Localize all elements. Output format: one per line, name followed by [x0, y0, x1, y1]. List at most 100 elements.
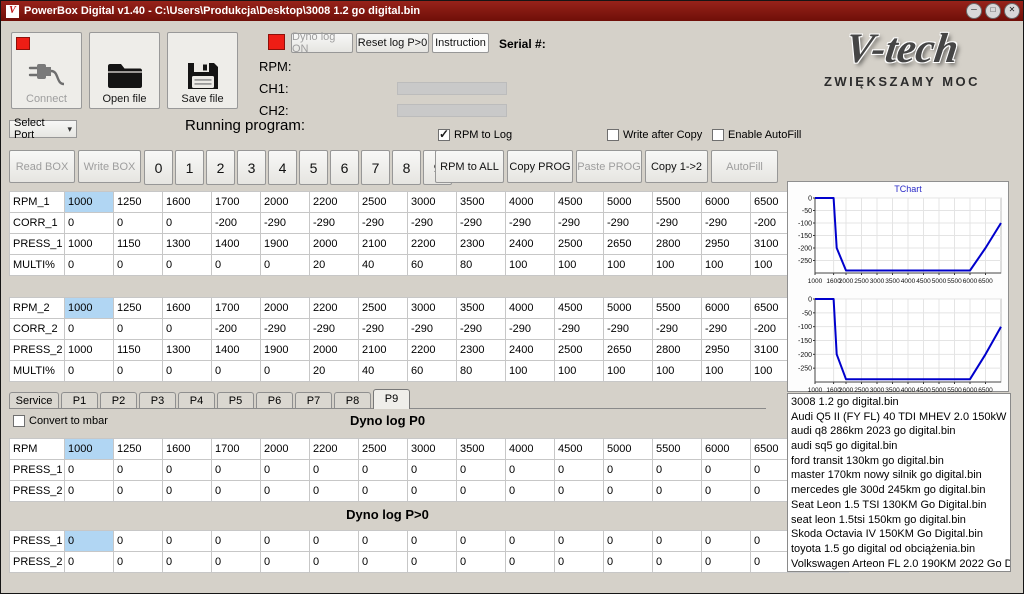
grid-cell-RPM-3[interactable]: 1700: [212, 439, 261, 460]
autofill-button[interactable]: AutoFill: [711, 150, 778, 183]
grid-cell-PRESS_1-11[interactable]: 2650: [604, 234, 653, 255]
grid-cell-PRESS_2-9[interactable]: 2400: [506, 340, 555, 361]
file-list-item[interactable]: Volkswagen Arteon FL 2.0 190KM 2022 Go D…: [791, 557, 1010, 572]
grid-cell-CORR_1-13[interactable]: -290: [702, 213, 751, 234]
tab-p2[interactable]: P2: [100, 392, 137, 408]
grid-cell-CORR_2-6[interactable]: -290: [359, 319, 408, 340]
grid-cell-RPM-9[interactable]: 4000: [506, 439, 555, 460]
tab-p6[interactable]: P6: [256, 392, 293, 408]
tab-service[interactable]: Service: [9, 392, 59, 408]
grid-cell-PRESS_2-9[interactable]: 0: [506, 552, 555, 573]
grid-cell-CORR_1-12[interactable]: -290: [653, 213, 702, 234]
grid-cell-MULTI%-0[interactable]: 0: [65, 361, 114, 382]
grid-cell-CORR_2-7[interactable]: -290: [408, 319, 457, 340]
grid-cell-CORR_2-12[interactable]: -290: [653, 319, 702, 340]
save-file-button[interactable]: Save file: [167, 32, 238, 109]
grid-cell-MULTI%-5[interactable]: 20: [310, 361, 359, 382]
digit-button-0[interactable]: 0: [144, 150, 173, 185]
grid-cell-RPM_1-10[interactable]: 4500: [555, 192, 604, 213]
grid-cell-PRESS_1-8[interactable]: 2300: [457, 234, 506, 255]
tab-p5[interactable]: P5: [217, 392, 254, 408]
grid-cell-RPM-10[interactable]: 4500: [555, 439, 604, 460]
grid-cell-PRESS_2-7[interactable]: 0: [408, 552, 457, 573]
write-box-button[interactable]: Write BOX: [78, 150, 141, 183]
grid-cell-MULTI%-10[interactable]: 100: [555, 255, 604, 276]
grid-cell-PRESS_1-3[interactable]: 1400: [212, 234, 261, 255]
grid-cell-PRESS_2-1[interactable]: 0: [114, 481, 163, 502]
grid-cell-RPM_1-13[interactable]: 6000: [702, 192, 751, 213]
grid-cell-PRESS_2-12[interactable]: 0: [653, 552, 702, 573]
grid-cell-CORR_2-11[interactable]: -290: [604, 319, 653, 340]
grid-cell-PRESS_1-5[interactable]: 2000: [310, 234, 359, 255]
grid-cell-PRESS_2-13[interactable]: 0: [702, 481, 751, 502]
grid-cell-PRESS_1-1[interactable]: 1150: [114, 234, 163, 255]
rpm-to-all-button[interactable]: RPM to ALL: [435, 150, 504, 183]
grid-cell-PRESS_2-3[interactable]: 1400: [212, 340, 261, 361]
copy-prog-button[interactable]: Copy PROG: [507, 150, 573, 183]
grid-cell-RPM-8[interactable]: 3500: [457, 439, 506, 460]
grid-cell-RPM_1-9[interactable]: 4000: [506, 192, 555, 213]
grid-cell-PRESS_2-2[interactable]: 0: [163, 481, 212, 502]
grid-cell-RPM_1-6[interactable]: 2500: [359, 192, 408, 213]
tab-p7[interactable]: P7: [295, 392, 332, 408]
grid-cell-RPM_2-8[interactable]: 3500: [457, 298, 506, 319]
grid-cell-PRESS_2-4[interactable]: 1900: [261, 340, 310, 361]
digit-button-5[interactable]: 5: [299, 150, 328, 185]
maximize-icon[interactable]: □: [985, 3, 1001, 19]
grid-cell-MULTI%-10[interactable]: 100: [555, 361, 604, 382]
grid-cell-PRESS_1-3[interactable]: 0: [212, 531, 261, 552]
grid-cell-RPM-4[interactable]: 2000: [261, 439, 310, 460]
grid-cell-MULTI%-8[interactable]: 80: [457, 361, 506, 382]
grid-cell-RPM-2[interactable]: 1600: [163, 439, 212, 460]
grid-cell-MULTI%-6[interactable]: 40: [359, 255, 408, 276]
ch2-field[interactable]: [397, 104, 507, 117]
grid-cell-PRESS_2-11[interactable]: 0: [604, 552, 653, 573]
grid-cell-PRESS_1-10[interactable]: 2500: [555, 234, 604, 255]
grid-cell-PRESS_1-1[interactable]: 0: [114, 531, 163, 552]
grid-cell-RPM_2-9[interactable]: 4000: [506, 298, 555, 319]
grid-cell-PRESS_2-2[interactable]: 0: [163, 552, 212, 573]
grid-cell-RPM_1-12[interactable]: 5500: [653, 192, 702, 213]
grid-cell-RPM-12[interactable]: 5500: [653, 439, 702, 460]
grid-cell-PRESS_1-9[interactable]: 0: [506, 460, 555, 481]
grid-cell-PRESS_2-5[interactable]: 0: [310, 552, 359, 573]
grid-cell-RPM_1-11[interactable]: 5000: [604, 192, 653, 213]
grid-cell-CORR_2-4[interactable]: -290: [261, 319, 310, 340]
grid-cell-RPM_2-6[interactable]: 2500: [359, 298, 408, 319]
paste-prog-button[interactable]: Paste PROG: [576, 150, 642, 183]
grid-cell-PRESS_1-4[interactable]: 1900: [261, 234, 310, 255]
ch1-field[interactable]: [397, 82, 507, 95]
grid-cell-RPM-11[interactable]: 5000: [604, 439, 653, 460]
file-list-item[interactable]: toyota 1.5 go digital od obciążenia.bin: [791, 542, 1010, 557]
grid-cell-PRESS_1-0[interactable]: 0: [65, 531, 114, 552]
tab-p3[interactable]: P3: [139, 392, 176, 408]
grid-cell-PRESS_2-8[interactable]: 2300: [457, 340, 506, 361]
minimize-icon[interactable]: ─: [966, 3, 982, 19]
grid-cell-PRESS_1-2[interactable]: 0: [163, 460, 212, 481]
grid-cell-RPM_2-11[interactable]: 5000: [604, 298, 653, 319]
grid-cell-PRESS_2-0[interactable]: 1000: [65, 340, 114, 361]
instruction-button[interactable]: Instruction: [432, 33, 489, 53]
grid-cell-RPM_2-13[interactable]: 6000: [702, 298, 751, 319]
grid-cell-MULTI%-9[interactable]: 100: [506, 255, 555, 276]
grid-cell-CORR_2-3[interactable]: -200: [212, 319, 261, 340]
grid-cell-CORR_2-9[interactable]: -290: [506, 319, 555, 340]
file-list-item[interactable]: mercedes gle 300d 245km go digital.bin: [791, 483, 1010, 498]
grid-cell-PRESS_2-12[interactable]: 2800: [653, 340, 702, 361]
tab-p8[interactable]: P8: [334, 392, 371, 408]
grid-cell-PRESS_2-4[interactable]: 0: [261, 481, 310, 502]
grid-cell-CORR_2-2[interactable]: 0: [163, 319, 212, 340]
grid-cell-PRESS_1-5[interactable]: 0: [310, 531, 359, 552]
grid-cell-PRESS_1-4[interactable]: 0: [261, 531, 310, 552]
dyno-log-button[interactable]: Dyno log ON: [291, 33, 353, 53]
grid-cell-PRESS_2-11[interactable]: 0: [604, 481, 653, 502]
close-icon[interactable]: ✕: [1004, 3, 1020, 19]
file-list-item[interactable]: audi q8 286km 2023 go digital.bin: [791, 424, 1010, 439]
grid-cell-PRESS_2-1[interactable]: 1150: [114, 340, 163, 361]
grid-cell-CORR_2-10[interactable]: -290: [555, 319, 604, 340]
grid-cell-RPM-6[interactable]: 2500: [359, 439, 408, 460]
file-list-item[interactable]: Seat Leon 1.5 TSI 130KM Go Digital.bin: [791, 498, 1010, 513]
grid-cell-MULTI%-11[interactable]: 100: [604, 361, 653, 382]
grid-cell-PRESS_2-11[interactable]: 2650: [604, 340, 653, 361]
grid-cell-MULTI%-3[interactable]: 0: [212, 255, 261, 276]
